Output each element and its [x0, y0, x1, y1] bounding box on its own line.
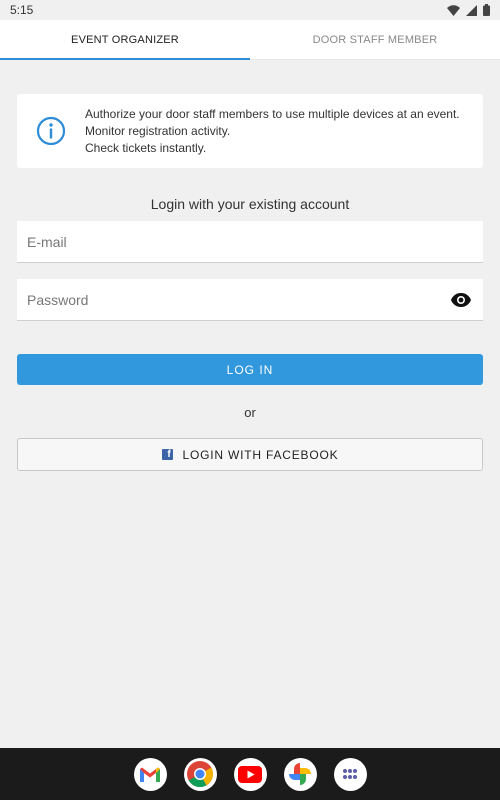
email-field-container [17, 221, 483, 263]
login-button[interactable]: LOG IN [17, 354, 483, 385]
password-field-container [17, 279, 483, 321]
youtube-icon[interactable] [233, 757, 267, 791]
tab-event-organizer[interactable]: EVENT ORGANIZER [0, 20, 250, 60]
photos-icon[interactable] [283, 757, 317, 791]
app-dock [0, 748, 500, 800]
facebook-login-button[interactable]: f LOGIN WITH FACEBOOK [17, 438, 483, 471]
status-icons [447, 4, 490, 16]
signal-icon [466, 4, 477, 16]
tab-label: DOOR STAFF MEMBER [312, 33, 438, 46]
password-input[interactable] [27, 291, 449, 308]
info-line: Check tickets instantly. [85, 140, 207, 155]
status-bar: 5:15 [0, 0, 500, 20]
info-line: Authorize your door staff members to use… [85, 106, 460, 121]
info-card: Authorize your door staff members to use… [17, 94, 483, 168]
tab-label: EVENT ORGANIZER [71, 33, 179, 46]
login-heading: Login with your existing account [150, 196, 350, 212]
eye-icon[interactable] [449, 288, 473, 312]
info-text: Authorize your door staff members to use… [85, 106, 460, 157]
facebook-icon: f [161, 449, 173, 460]
wifi-icon [447, 4, 460, 16]
email-input[interactable] [27, 233, 473, 250]
app-drawer-icon[interactable] [333, 757, 367, 791]
chrome-icon[interactable] [183, 757, 217, 791]
tab-bar: EVENT ORGANIZER DOOR STAFF MEMBER [0, 20, 500, 60]
info-line: Monitor registration activity. [85, 123, 231, 138]
info-icon [17, 116, 85, 146]
battery-icon [483, 4, 490, 16]
or-separator: or [244, 405, 256, 420]
gmail-icon[interactable] [133, 757, 167, 791]
status-time: 5:15 [10, 3, 34, 17]
tab-door-staff-member[interactable]: DOOR STAFF MEMBER [250, 20, 500, 59]
facebook-button-label: LOGIN WITH FACEBOOK [182, 447, 339, 462]
